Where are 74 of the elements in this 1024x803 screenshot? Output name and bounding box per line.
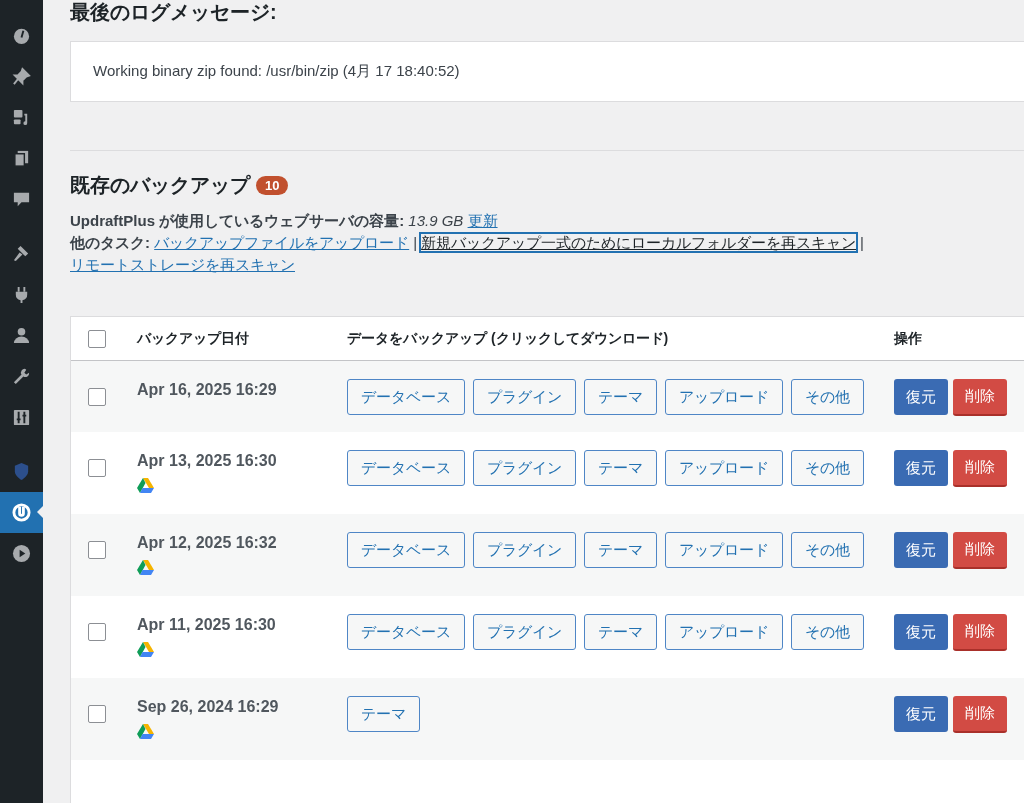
cloud-drive-icon (137, 560, 154, 575)
row-checkbox[interactable] (88, 541, 106, 559)
download-button[interactable]: データベース (347, 379, 465, 415)
log-heading: 最後のログメッセージ: (70, 0, 278, 24)
cloud-drive-icon (137, 642, 154, 657)
cloud-drive-icon (137, 724, 154, 739)
log-message: Working binary zip found: /usr/bin/zip (4月 17 18:40:52) (93, 62, 460, 81)
count-badge: 10 (256, 175, 289, 195)
restore-button[interactable]: 復元 (894, 696, 948, 732)
download-button[interactable]: その他 (791, 614, 864, 650)
download-button[interactable]: データベース (347, 450, 465, 486)
brush-icon (12, 244, 31, 263)
backups-heading: 既存のバックアップ (70, 173, 250, 197)
current-page-pointer (37, 506, 43, 518)
updraft-icon (12, 503, 31, 522)
refresh-link[interactable]: 更新 (467, 212, 498, 229)
backup-date: Apr 16, 2025 16:29 (137, 381, 277, 399)
delete-button[interactable]: 削除 (953, 614, 1007, 651)
row-checkbox[interactable] (88, 388, 106, 406)
column-header: 操作 (894, 330, 922, 346)
task-link[interactable]: バックアップファイルをアップロード (154, 234, 410, 251)
backup-date: Apr 13, 2025 16:30 (137, 452, 277, 470)
download-button[interactable]: プラグイン (473, 614, 576, 650)
delete-button[interactable]: 削除 (953, 450, 1007, 487)
row-checkbox[interactable] (88, 623, 106, 641)
delete-button[interactable]: 削除 (953, 532, 1007, 569)
column-header: バックアップ日付 (137, 330, 249, 346)
usage-label: UpdraftPlus が使用しているウェブサーバの容量: (70, 212, 405, 229)
download-button[interactable]: プラグイン (473, 450, 576, 486)
tasks-label: 他のタスク: (70, 234, 150, 251)
download-button[interactable]: テーマ (584, 379, 657, 415)
delete-button[interactable]: 削除 (953, 696, 1007, 733)
restore-button[interactable]: 復元 (894, 379, 948, 415)
download-button[interactable]: その他 (791, 450, 864, 486)
sidebar-menu-item[interactable] (0, 492, 43, 533)
restore-button[interactable]: 復元 (894, 614, 948, 650)
download-button[interactable]: テーマ (584, 450, 657, 486)
download-button[interactable]: アップロード (665, 614, 783, 650)
delete-button[interactable]: 削除 (953, 379, 1007, 416)
task-link[interactable]: リモートストレージを再スキャン (70, 256, 295, 273)
download-button[interactable]: その他 (791, 379, 864, 415)
wrench-icon (12, 367, 31, 386)
row-checkbox[interactable] (88, 459, 106, 477)
backup-date: Sep 26, 2024 16:29 (137, 698, 279, 716)
backup-date: Apr 11, 2025 16:30 (137, 616, 276, 634)
download-button[interactable]: データベース (347, 532, 465, 568)
column-header: データをバックアップ (クリックしてダウンロード) (347, 330, 669, 346)
download-button[interactable]: テーマ (347, 696, 420, 732)
download-button[interactable]: アップロード (665, 379, 783, 415)
select-all-checkbox[interactable] (88, 329, 106, 348)
download-button[interactable]: プラグイン (473, 379, 576, 415)
download-button[interactable]: テーマ (584, 614, 657, 650)
play-icon (12, 544, 31, 563)
sliders-icon (12, 408, 31, 427)
shield-icon (12, 462, 31, 481)
download-button[interactable]: テーマ (584, 532, 657, 568)
download-button[interactable]: アップロード (665, 532, 783, 568)
restore-button[interactable]: 復元 (894, 450, 948, 486)
row-checkbox[interactable] (88, 705, 106, 723)
separator: | (413, 234, 418, 251)
cloud-drive-icon (137, 478, 154, 493)
pages-icon (12, 149, 31, 168)
user-icon (12, 326, 31, 345)
pin-icon (12, 67, 31, 86)
task-link[interactable]: 新規バックアップ一式のためにローカルフォルダーを再スキャン (421, 234, 857, 251)
usage-value: 13.9 GB (408, 212, 464, 229)
download-button[interactable]: データベース (347, 614, 465, 650)
backup-date: Apr 12, 2025 16:32 (137, 534, 277, 552)
download-button[interactable]: その他 (791, 532, 864, 568)
gauge-icon (12, 26, 31, 45)
download-button[interactable]: プラグイン (473, 532, 576, 568)
restore-button[interactable]: 復元 (894, 532, 948, 568)
separator: | (860, 234, 864, 251)
download-button[interactable]: アップロード (665, 450, 783, 486)
